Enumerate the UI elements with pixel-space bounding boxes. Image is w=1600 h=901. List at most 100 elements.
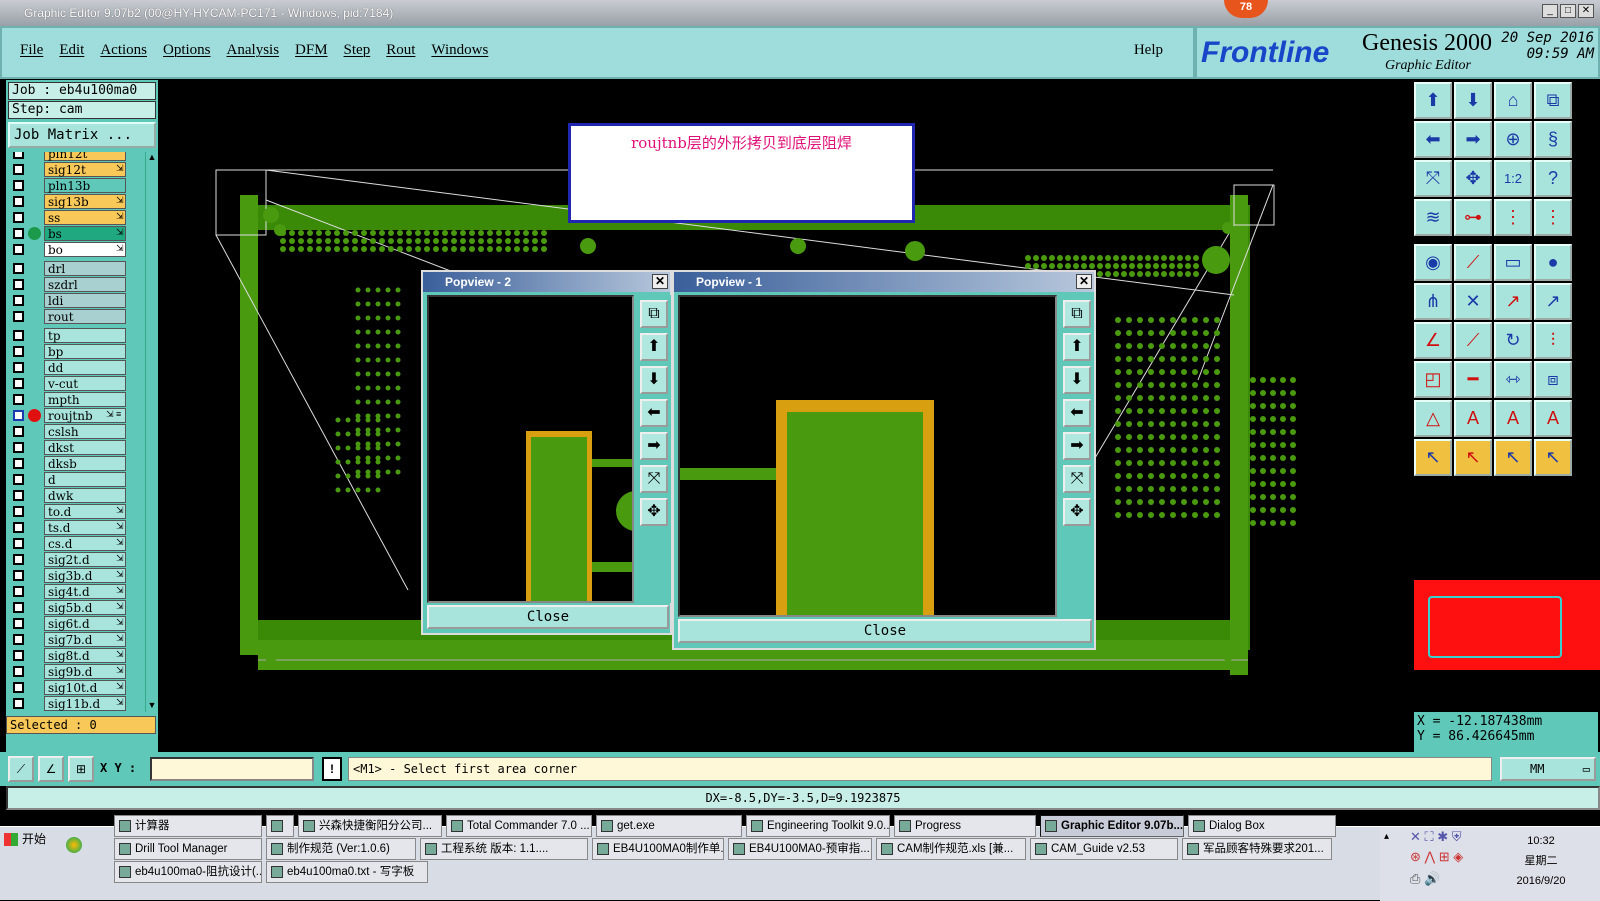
layer-row[interactable]: sig8t.d ⇲ [8,648,146,663]
pan-up-icon[interactable]: ⬆ [1414,82,1452,119]
layer-name[interactable]: bs [44,226,126,241]
layer-name[interactable]: sig3b.d [44,568,126,583]
pointer-multi-icon[interactable]: ↖ [1534,439,1572,476]
layer-scrollbar[interactable]: ▲ ▼ [145,152,157,712]
taskbar-button[interactable]: Dialog Box [1188,815,1336,837]
scroll-down-icon[interactable]: ▼ [147,700,157,712]
zoom-out-icon[interactable]: ⤧ [1414,160,1452,197]
layer-name[interactable]: dd [44,360,126,375]
layer-name[interactable]: cs.d [44,536,126,551]
layer-row[interactable]: dwk [8,488,146,503]
mirror-icon[interactable]: ⫶ [1534,322,1572,359]
angle-icon[interactable]: ∠ [1414,322,1452,359]
help-icon[interactable]: ? [1534,160,1572,197]
taskbar-button[interactable]: get.exe [596,815,742,837]
pan-right-icon[interactable]: ➡ [1454,121,1492,158]
menu-help[interactable]: Help [1134,42,1163,59]
popview-2-canvas[interactable] [427,295,656,611]
popview-2-close-icon[interactable]: ✕ [652,274,668,289]
layer-row[interactable]: bo ⇲ [8,242,146,257]
key-icon[interactable]: ⊶ [1454,199,1492,236]
layer-checkbox[interactable] [13,554,24,565]
layer-row[interactable]: sig10t.d ⇲ [8,680,146,695]
layer-checkbox[interactable] [13,244,24,255]
tray-icons-2[interactable]: ⊛ ⋀ ⊞ ◈ [1410,849,1463,865]
layer-checkbox[interactable] [13,426,24,437]
menu-actions[interactable]: Actions [100,42,147,59]
layer-row[interactable]: sig2t.d ⇲ [8,552,146,567]
layer-row[interactable]: sig12t ⇲ [8,162,146,177]
layer-checkbox[interactable] [13,538,24,549]
layer-row[interactable]: ts.d ⇲ [8,520,146,535]
layer-name[interactable]: pln12t [44,152,126,161]
layer-name[interactable]: dkst [44,440,126,455]
connect-icon[interactable]: ⋔ [1414,283,1452,320]
draw-line-icon[interactable]: ⟋ [1454,244,1492,281]
pan-left-icon[interactable]: ⬅ [1414,121,1452,158]
taskbar-button[interactable]: CAM_Guide v2.53 [1030,838,1178,860]
layer-row[interactable]: pln12t [8,152,146,161]
taskbar-button[interactable]: EB4U100MA0制作单.xl... [592,838,724,860]
layer-row[interactable]: bs ⇲ [8,226,146,241]
layer-row[interactable]: dd [8,360,146,375]
layer-checkbox[interactable] [13,650,24,661]
layer-row[interactable]: v-cut [8,376,146,391]
grid-icon[interactable]: ⊞ [68,756,94,782]
layer-row[interactable]: sig9b.d ⇲ [8,664,146,679]
layer-name[interactable]: bo [44,242,126,257]
layer-name[interactable]: sig6t.d [44,616,126,631]
layer-name[interactable]: sig10t.d [44,680,126,695]
slash-icon[interactable]: ⟋ [1454,322,1492,359]
snap-icon[interactable]: § [1534,121,1572,158]
layer-checkbox[interactable] [13,570,24,581]
layer-name[interactable]: dwk [44,488,126,503]
taskbar-button[interactable]: 计算器 [114,815,262,837]
layer-checkbox[interactable] [13,196,24,207]
popview-1-titlebar[interactable]: Popview - 1 ✕ [674,272,1094,292]
layer-name[interactable]: mpth [44,392,126,407]
pad-icon[interactable]: ● [1534,244,1572,281]
pointer-box-icon[interactable]: ↖ [1454,439,1492,476]
taskbar-button[interactable]: eb4u100ma0-阻抗设计(... [114,861,262,883]
pv1-zoom-out-icon[interactable]: ⤧ [1063,465,1091,493]
layer-name[interactable]: sig5b.d [44,600,126,615]
layer-checkbox[interactable] [13,378,24,389]
layer-name[interactable]: sig9b.d [44,664,126,679]
overview-viewport[interactable] [1428,596,1562,658]
group-icon[interactable]: ⧈ [1534,361,1572,398]
layer-checkbox[interactable] [13,164,24,175]
minimize-button[interactable]: _ [1542,4,1558,18]
layer-checkbox[interactable] [13,212,24,223]
layer-checkbox[interactable] [13,346,24,357]
layer-row[interactable]: dksb [8,456,146,471]
layer-checkbox[interactable] [13,311,24,322]
layer-name[interactable]: pln13b [44,178,126,193]
taskbar-button[interactable]: eb4u100ma0.txt - 写字板 [266,861,428,883]
layer-name[interactable]: szdrl [44,277,126,292]
layer-row[interactable]: to.d ⇲ [8,504,146,519]
cross-icon[interactable]: ✕ [1454,283,1492,320]
layer-name[interactable]: sig7b.d [44,632,126,647]
layer-row[interactable]: cs.d ⇲ [8,536,146,551]
pv1-pan-down-icon[interactable]: ⬇ [1063,366,1091,394]
layer-row[interactable]: sig3b.d ⇲ [8,568,146,583]
layer-row[interactable]: szdrl [8,277,146,292]
taskbar-button[interactable]: Graphic Editor 9.07b... [1040,815,1184,837]
zoom-window-icon[interactable]: ⧉ [1534,82,1572,119]
layer-row[interactable]: cslsh [8,424,146,439]
layer-checkbox[interactable] [13,634,24,645]
units-select[interactable]: MM ▭ [1500,757,1596,781]
layer-checkbox[interactable] [13,522,24,533]
popview-1-close-icon[interactable]: ✕ [1076,274,1092,289]
popview-1-canvas[interactable] [678,295,1057,618]
a-outline-icon[interactable]: A [1494,400,1532,437]
layer-checkbox[interactable] [13,682,24,693]
popview-2-titlebar[interactable]: Popview - 2 ✕ [423,272,670,292]
menu-dfm[interactable]: DFM [295,42,328,59]
layer-row[interactable]: sig7b.d ⇲ [8,632,146,647]
overview-map[interactable] [1414,580,1600,670]
taskbar-button[interactable]: 工程系统 版本: 1.1.... [420,838,588,860]
layer-name[interactable]: sig2t.d [44,552,126,567]
layer-checkbox[interactable] [13,458,24,469]
layer-checkbox[interactable] [13,618,24,629]
